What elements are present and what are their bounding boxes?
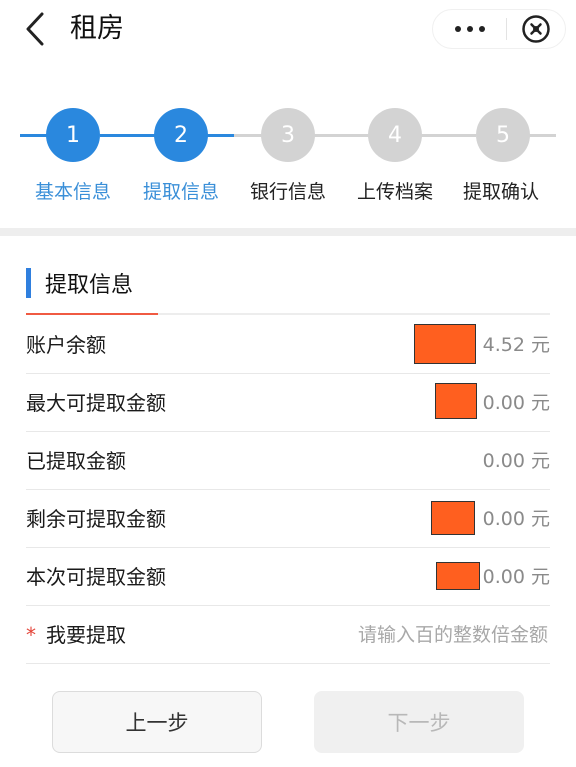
step-1-number: 1 bbox=[66, 122, 80, 148]
redaction-box bbox=[435, 383, 477, 419]
page-title: 租房 bbox=[70, 13, 124, 44]
step-4-number: 4 bbox=[388, 122, 402, 148]
section-divider-band bbox=[0, 228, 576, 236]
section-accent-bar bbox=[26, 268, 31, 298]
step-3-number: 3 bbox=[281, 122, 295, 148]
back-button[interactable] bbox=[18, 10, 52, 48]
withdraw-amount-input[interactable] bbox=[270, 618, 550, 652]
withdraw-label-text: 我要提取 bbox=[46, 623, 126, 647]
step-3-circle[interactable]: 3 bbox=[261, 108, 315, 162]
row-label: 本次可提取金额 bbox=[26, 565, 166, 589]
row-value: 0.00 元 bbox=[482, 392, 550, 414]
step-4-circle[interactable]: 4 bbox=[368, 108, 422, 162]
info-row-remaining-withdrawable: 剩余可提取金额 0.00 元 bbox=[26, 490, 550, 548]
required-mark: * bbox=[26, 623, 36, 647]
top-bar: 租房 bbox=[0, 0, 576, 62]
row-label: 剩余可提取金额 bbox=[26, 507, 166, 531]
next-step-button[interactable]: 下一步 bbox=[314, 691, 524, 753]
row-value: 0.00 元 bbox=[482, 508, 550, 530]
step-1-circle[interactable]: 1 bbox=[46, 108, 100, 162]
step-2-label[interactable]: 提取信息 bbox=[126, 180, 236, 204]
more-dots-icon bbox=[454, 26, 485, 32]
redaction-box bbox=[436, 562, 480, 590]
row-value: 4.52 元 bbox=[482, 334, 550, 356]
step-5-label[interactable]: 提取确认 bbox=[446, 180, 556, 204]
step-line-4-5 bbox=[420, 134, 476, 137]
step-5-circle[interactable]: 5 bbox=[476, 108, 530, 162]
step-line-3-4 bbox=[312, 134, 370, 137]
section-header: 提取信息 bbox=[26, 266, 133, 300]
section-underline-accent bbox=[26, 313, 158, 315]
progress-stepper: 1 2 3 4 5 基本信息 提取信息 银行信息 上传档案 提取确认 bbox=[0, 100, 576, 220]
row-label: 已提取金额 bbox=[26, 449, 126, 473]
section-title: 提取信息 bbox=[45, 273, 134, 298]
close-circle-icon bbox=[522, 15, 550, 43]
step-3-label[interactable]: 银行信息 bbox=[233, 180, 343, 204]
chevron-left-icon bbox=[26, 12, 44, 46]
more-button[interactable] bbox=[433, 9, 506, 49]
redaction-box bbox=[414, 324, 476, 364]
step-5-number: 5 bbox=[496, 122, 510, 148]
section-underline bbox=[26, 313, 550, 315]
row-label: 账户余额 bbox=[26, 333, 106, 357]
row-value: 0.00 元 bbox=[482, 450, 550, 472]
row-label: 最大可提取金额 bbox=[26, 391, 166, 415]
step-line-2-3 bbox=[206, 134, 262, 137]
redaction-box bbox=[431, 501, 475, 535]
step-1-label[interactable]: 基本信息 bbox=[18, 180, 128, 204]
info-row-account-balance: 账户余额 4.52 元 bbox=[26, 316, 550, 374]
withdraw-amount-row: * 我要提取 bbox=[26, 606, 550, 664]
info-row-max-withdrawable: 最大可提取金额 0.00 元 bbox=[26, 374, 550, 432]
step-4-label[interactable]: 上传档案 bbox=[340, 180, 450, 204]
prev-step-button[interactable]: 上一步 bbox=[52, 691, 262, 753]
info-row-withdrawn: 已提取金额 0.00 元 bbox=[26, 432, 550, 490]
step-line-tail bbox=[526, 134, 556, 137]
close-button[interactable] bbox=[507, 9, 565, 49]
info-row-current-withdrawable: 本次可提取金额 0.00 元 bbox=[26, 548, 550, 606]
mini-program-capsule bbox=[432, 9, 566, 49]
step-line-1-2 bbox=[100, 134, 156, 137]
withdraw-amount-label: * 我要提取 bbox=[26, 606, 126, 664]
step-2-circle[interactable]: 2 bbox=[154, 108, 208, 162]
step-2-number: 2 bbox=[174, 122, 188, 148]
row-value: 0.00 元 bbox=[482, 566, 550, 588]
